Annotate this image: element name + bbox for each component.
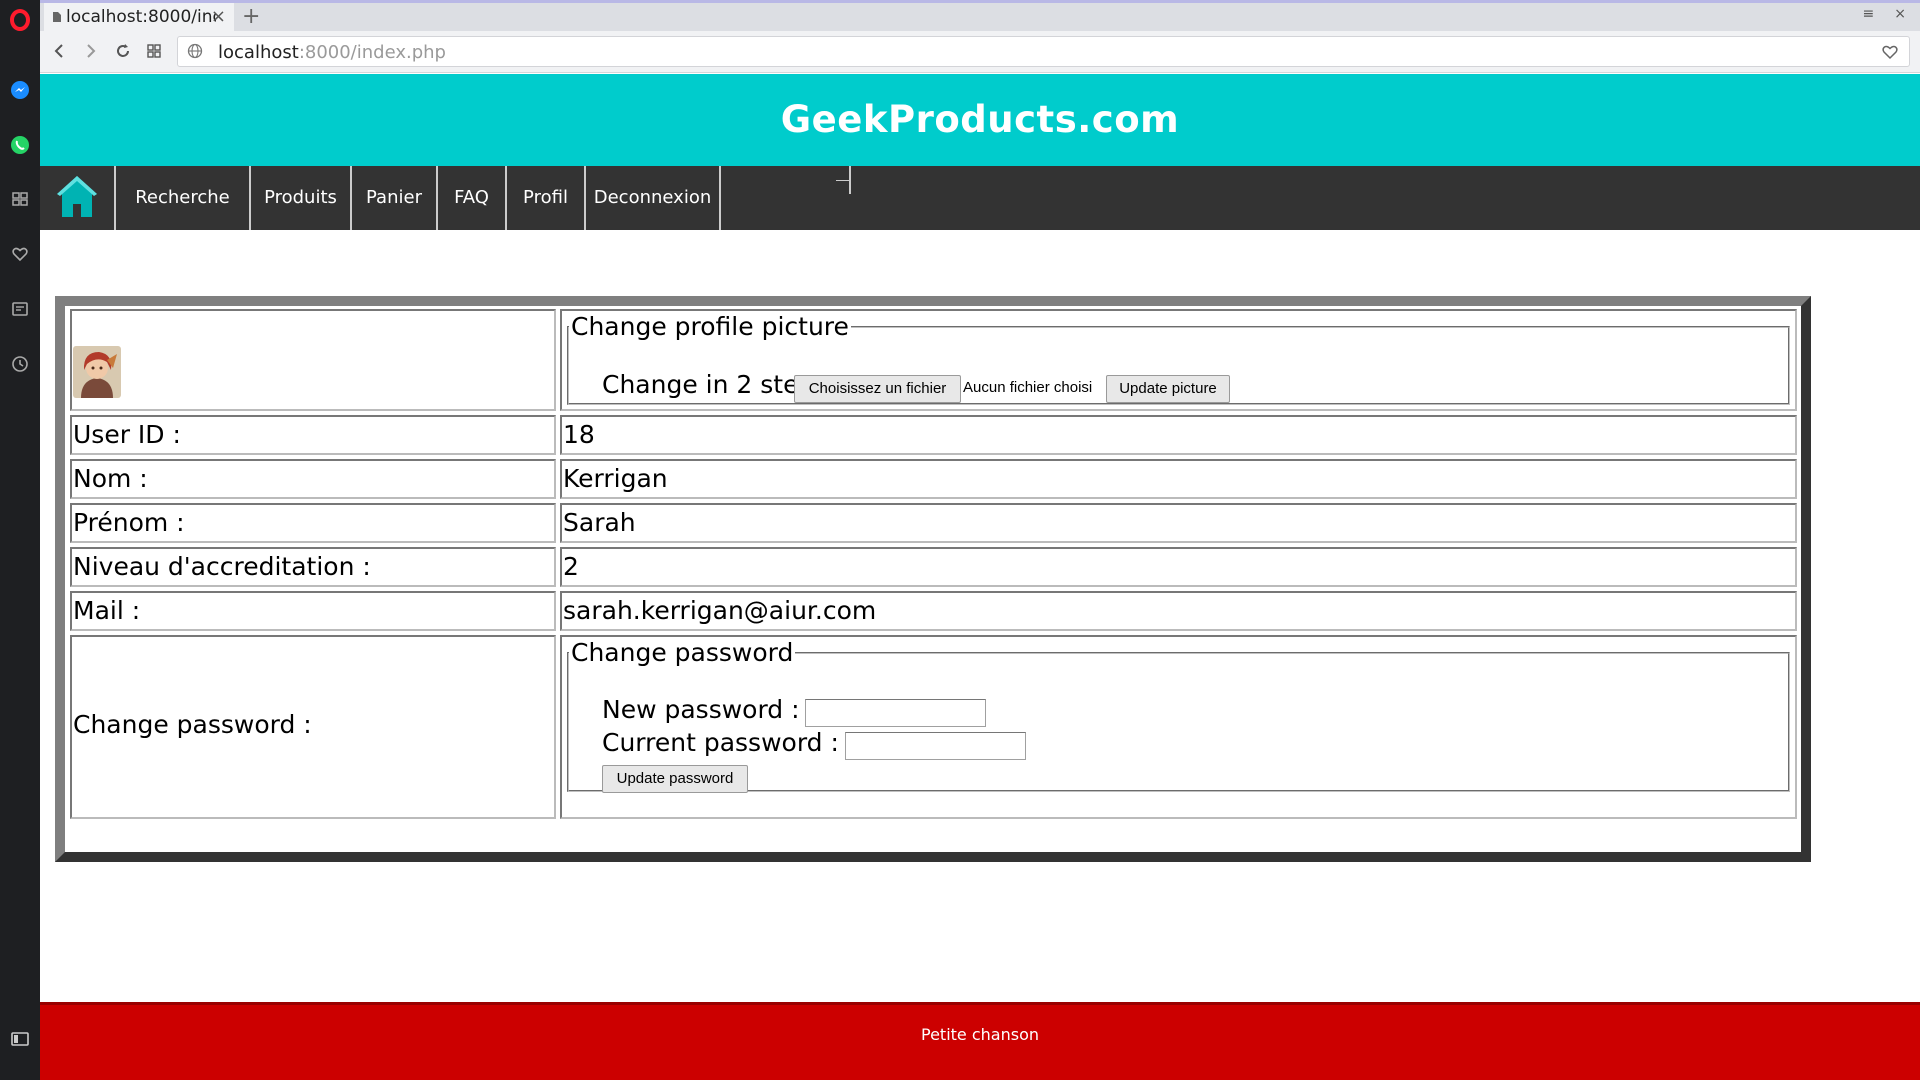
change-password-legend: Change password xyxy=(571,638,794,667)
browser-tab[interactable]: localhost:8000/index.php × xyxy=(44,3,234,31)
speed-dial-icon[interactable] xyxy=(8,187,32,211)
back-icon[interactable] xyxy=(48,40,70,62)
new-password-input[interactable] xyxy=(805,699,986,727)
row-value: 18 xyxy=(563,420,595,449)
menu-item-panier[interactable]: Panier xyxy=(352,166,438,230)
row-label: Nom : xyxy=(73,464,148,493)
url-host: localhost xyxy=(218,42,299,63)
table-row: 2 xyxy=(560,547,1797,587)
new-password-label: New password : xyxy=(602,695,800,724)
table-row: sarah.kerrigan@aiur.com xyxy=(560,591,1797,631)
web-page: GeekProducts.com Recherche Produits Pani… xyxy=(40,74,1920,1080)
password-row-label: Change password : xyxy=(73,710,312,739)
profile-table: Change profile picture Change in 2 steps… xyxy=(55,296,1811,862)
menu-item-recherche[interactable]: Recherche xyxy=(116,166,251,230)
heart-icon[interactable] xyxy=(8,242,32,266)
forward-icon[interactable] xyxy=(80,40,102,62)
row-label: User ID : xyxy=(73,420,181,449)
row-label: Prénom : xyxy=(73,508,185,537)
table-row: 18 xyxy=(560,415,1797,455)
menu-divider xyxy=(836,180,850,181)
table-row: User ID : xyxy=(70,415,556,455)
reload-icon[interactable] xyxy=(112,40,134,62)
table-row: Prénom : xyxy=(70,503,556,543)
current-password-input[interactable] xyxy=(845,732,1026,760)
tab-bar: localhost:8000/index.php × + ≡ × xyxy=(40,0,1920,31)
table-row: Niveau d'accreditation : xyxy=(70,547,556,587)
url-text: localhost:8000/index.php xyxy=(218,42,446,63)
navigation-bar: localhost:8000/index.php xyxy=(40,31,1920,73)
row-value: Kerrigan xyxy=(563,464,668,493)
tab-menu-icon[interactable]: ≡ xyxy=(1863,6,1875,22)
table-row: Sarah xyxy=(560,503,1797,543)
whatsapp-icon[interactable] xyxy=(8,133,32,157)
home-link[interactable] xyxy=(40,166,116,230)
change-password-fieldset: Change password New password : Current p… xyxy=(567,638,1790,793)
history-icon[interactable] xyxy=(8,352,32,376)
menu-item-faq[interactable]: FAQ xyxy=(438,166,507,230)
avatar xyxy=(73,346,121,398)
menu-item-profil[interactable]: Profil xyxy=(507,166,586,230)
messenger-icon[interactable] xyxy=(8,78,32,102)
update-password-button[interactable]: Update password xyxy=(602,765,748,793)
avatar-cell xyxy=(70,309,556,411)
table-row: Nom : xyxy=(70,459,556,499)
tab-close-icon[interactable]: × xyxy=(211,6,226,27)
sidebar-toggle-icon[interactable] xyxy=(8,1027,32,1051)
password-cell: Change password New password : Current p… xyxy=(560,635,1797,819)
main-menu: Recherche Produits Panier FAQ Profil Dec… xyxy=(40,166,1920,230)
update-picture-button[interactable]: Update picture xyxy=(1106,375,1230,403)
row-value: 2 xyxy=(563,552,579,581)
file-status-text: Aucun fichier choisi xyxy=(963,379,1093,396)
tiles-icon[interactable] xyxy=(143,40,165,62)
row-value: sarah.kerrigan@aiur.com xyxy=(563,596,877,625)
table-row: Change password : xyxy=(70,635,556,819)
tab-title: localhost:8000/index.php xyxy=(66,7,216,27)
menu-item-produits[interactable]: Produits xyxy=(251,166,352,230)
menu-item-deconnexion[interactable]: Deconnexion xyxy=(586,166,721,230)
picture-cell: Change profile picture Change in 2 steps… xyxy=(560,309,1797,411)
browser-sidebar xyxy=(0,0,40,1080)
row-label: Niveau d'accreditation : xyxy=(73,552,371,581)
row-label: Mail : xyxy=(73,596,141,625)
table-row: Mail : xyxy=(70,591,556,631)
address-bar[interactable]: localhost:8000/index.php xyxy=(177,36,1910,67)
globe-icon xyxy=(187,43,203,59)
news-icon[interactable] xyxy=(8,297,32,321)
table-row: Kerrigan xyxy=(560,459,1797,499)
bookmark-heart-icon[interactable] xyxy=(1881,43,1899,60)
profile-picture-legend: Change profile picture xyxy=(571,312,849,341)
url-path: :8000/index.php xyxy=(298,42,446,63)
home-icon xyxy=(57,176,97,217)
window-close-icon[interactable]: × xyxy=(1894,6,1906,22)
site-title: GeekProducts.com xyxy=(780,98,1180,141)
page-icon xyxy=(53,12,61,22)
new-tab-icon[interactable]: + xyxy=(242,4,260,29)
site-footer: Petite chanson xyxy=(40,1002,1920,1080)
footer-text: Petite chanson xyxy=(921,1025,1039,1044)
menu-divider xyxy=(849,166,851,194)
row-value: Sarah xyxy=(563,508,636,537)
opera-logo-icon[interactable] xyxy=(8,8,32,32)
choose-file-button[interactable]: Choisissez un fichier xyxy=(794,375,961,403)
profile-picture-fieldset: Change profile picture Change in 2 steps… xyxy=(567,312,1790,405)
current-password-label: Current password : xyxy=(602,728,839,757)
site-header: GeekProducts.com xyxy=(40,74,1920,166)
